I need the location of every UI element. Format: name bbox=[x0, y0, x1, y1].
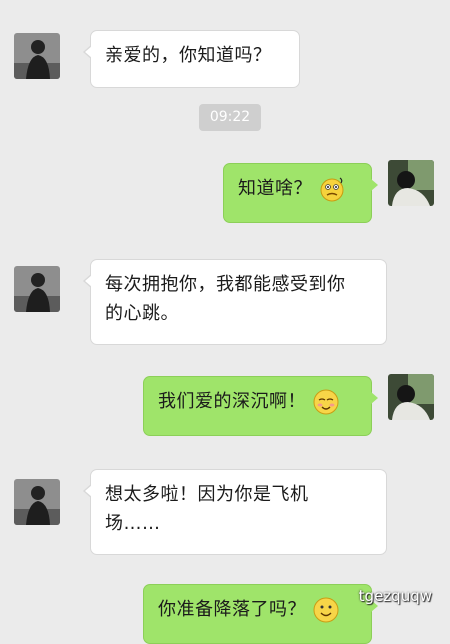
message-text: 亲爱的，你知道吗？ bbox=[105, 45, 272, 66]
chat-area: 亲爱的，你知道吗？ 09:22 知道啥？ 每次拥抱你，我都能感受到你 的心跳。 … bbox=[0, 0, 450, 644]
person-photo-icon bbox=[388, 374, 434, 420]
other-avatar[interactable] bbox=[14, 33, 60, 79]
other-avatar[interactable] bbox=[14, 479, 60, 525]
message-text-line: 每次拥抱你，我都能感受到你 bbox=[105, 274, 346, 295]
message-text: 知道啥？ bbox=[238, 178, 312, 199]
message-text: 你准备降落了吗？ bbox=[158, 599, 306, 620]
message-bubble-incoming[interactable]: 每次拥抱你，我都能感受到你 的心跳。 bbox=[83, 259, 387, 345]
message-bubble-incoming[interactable]: 想太多啦！因为你是飞机 场…… bbox=[83, 469, 387, 555]
message-text-line: 想太多啦！因为你是飞机 bbox=[105, 484, 309, 505]
message-bubble-outgoing[interactable]: 知道啥？ bbox=[223, 163, 378, 223]
person-silhouette-icon bbox=[14, 266, 60, 312]
person-photo-icon bbox=[388, 160, 434, 206]
person-silhouette-icon bbox=[14, 33, 60, 79]
message-bubble-outgoing[interactable]: 你准备降落了吗？ bbox=[143, 584, 378, 644]
message-bubble-outgoing[interactable]: 我们爱的深沉啊！ bbox=[143, 376, 378, 436]
blushing-smile-emoji-icon bbox=[313, 389, 339, 415]
self-avatar[interactable] bbox=[388, 160, 434, 206]
timestamp: 09:22 bbox=[199, 104, 261, 131]
other-avatar[interactable] bbox=[14, 266, 60, 312]
confused-face-emoji-icon bbox=[320, 177, 344, 202]
self-avatar[interactable] bbox=[388, 374, 434, 420]
message-text: 我们爱的深沉啊！ bbox=[158, 391, 306, 412]
smile-emoji-icon bbox=[313, 597, 339, 623]
message-text-line: 场…… bbox=[105, 513, 161, 534]
message-bubble-incoming[interactable]: 亲爱的，你知道吗？ bbox=[83, 30, 300, 88]
watermark: tgezquqw bbox=[358, 587, 432, 605]
message-text-line: 的心跳。 bbox=[105, 303, 179, 324]
person-silhouette-icon bbox=[14, 479, 60, 525]
